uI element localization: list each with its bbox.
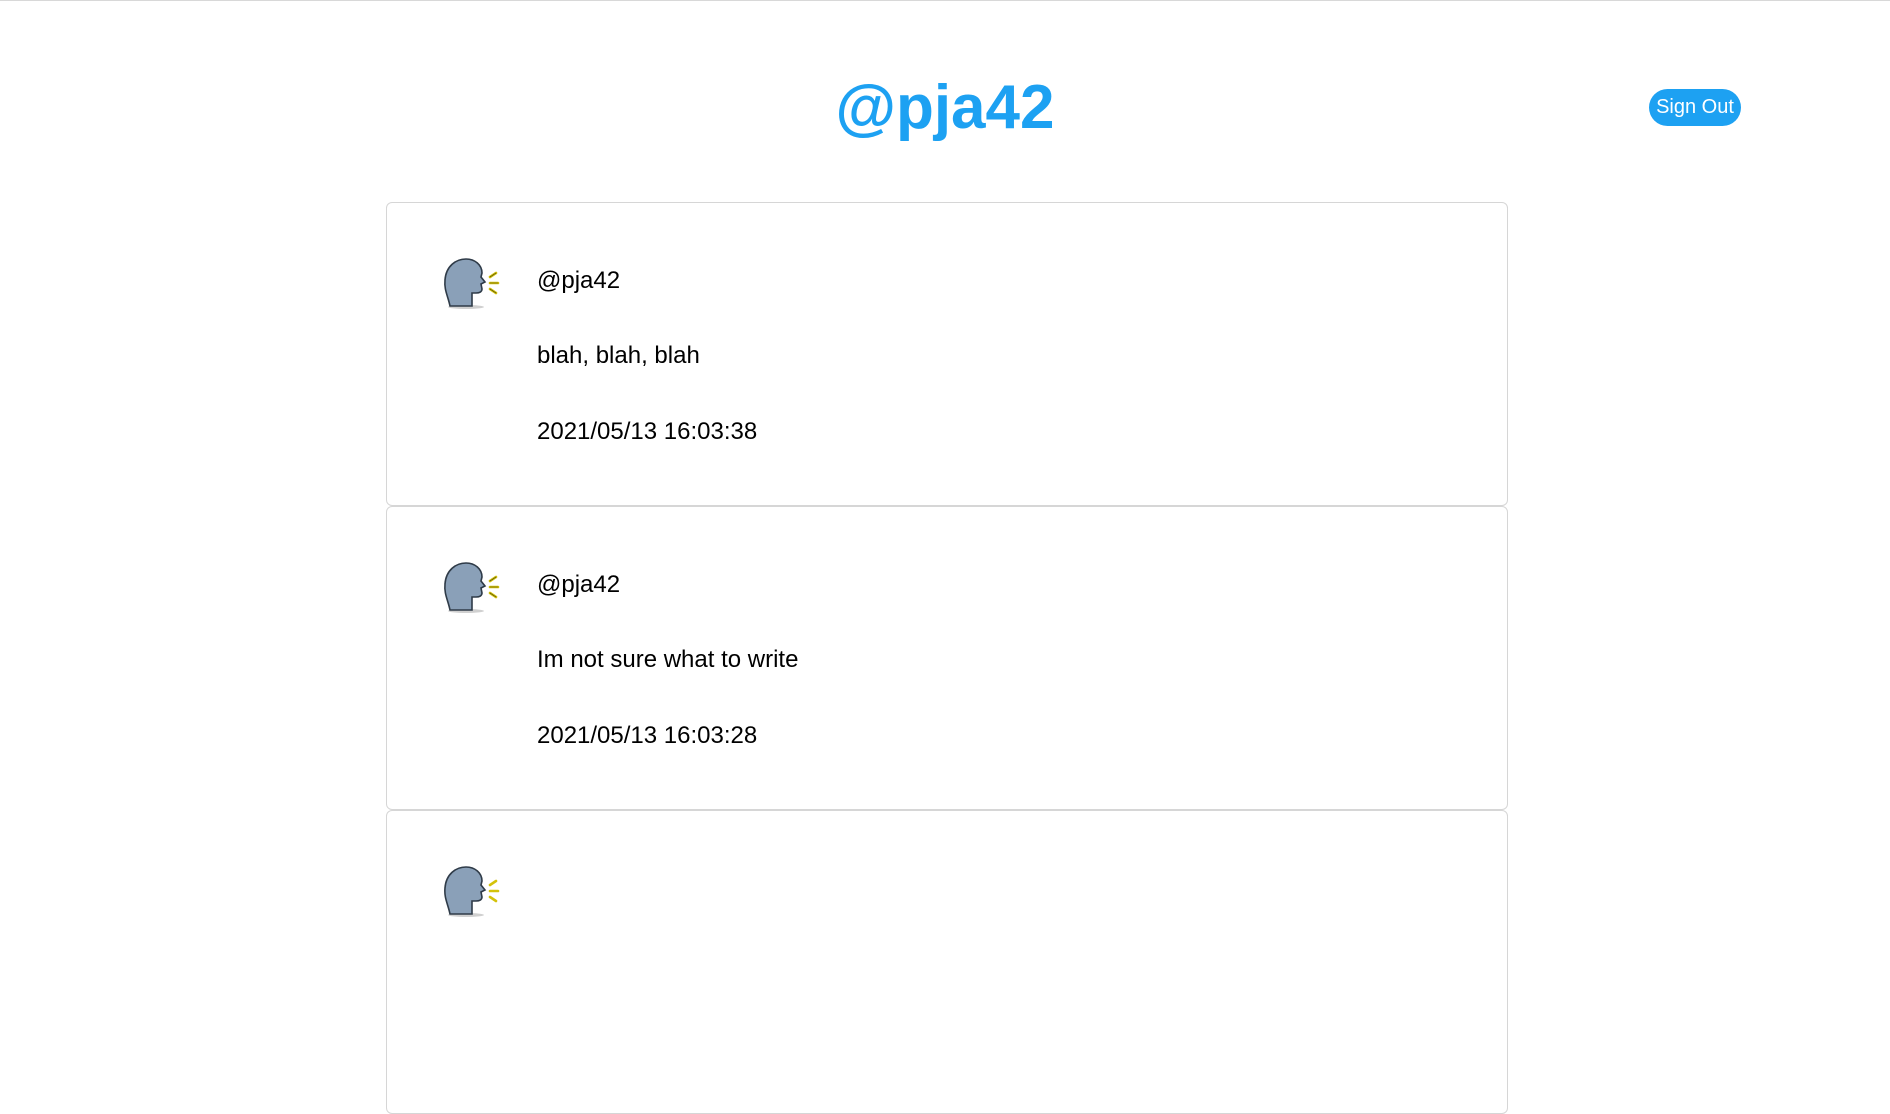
post-card — [386, 810, 1508, 1114]
page-header: @pja42 Sign Out — [0, 0, 1890, 200]
post-username: @pja42 — [537, 571, 621, 598]
post-feed: @pja42 blah, blah, blah 2021/05/13 16:03… — [386, 202, 1508, 1114]
post-card: @pja42 blah, blah, blah 2021/05/13 16:03… — [386, 202, 1508, 506]
post-card: @pja42 Im not sure what to write 2021/05… — [386, 506, 1508, 810]
speaking-head-icon — [444, 562, 500, 613]
page-title: @pja42 — [835, 73, 1055, 142]
speaking-head-icon — [444, 866, 500, 917]
post-text: Im not sure what to write — [537, 646, 799, 673]
post-timestamp: 2021/05/13 16:03:28 — [537, 722, 758, 749]
post-text: blah, blah, blah — [537, 342, 700, 369]
post-username: @pja42 — [537, 267, 621, 294]
speaking-head-icon — [444, 258, 500, 309]
sign-out-button[interactable]: Sign Out — [1649, 89, 1741, 126]
post-timestamp: 2021/05/13 16:03:38 — [537, 418, 758, 445]
